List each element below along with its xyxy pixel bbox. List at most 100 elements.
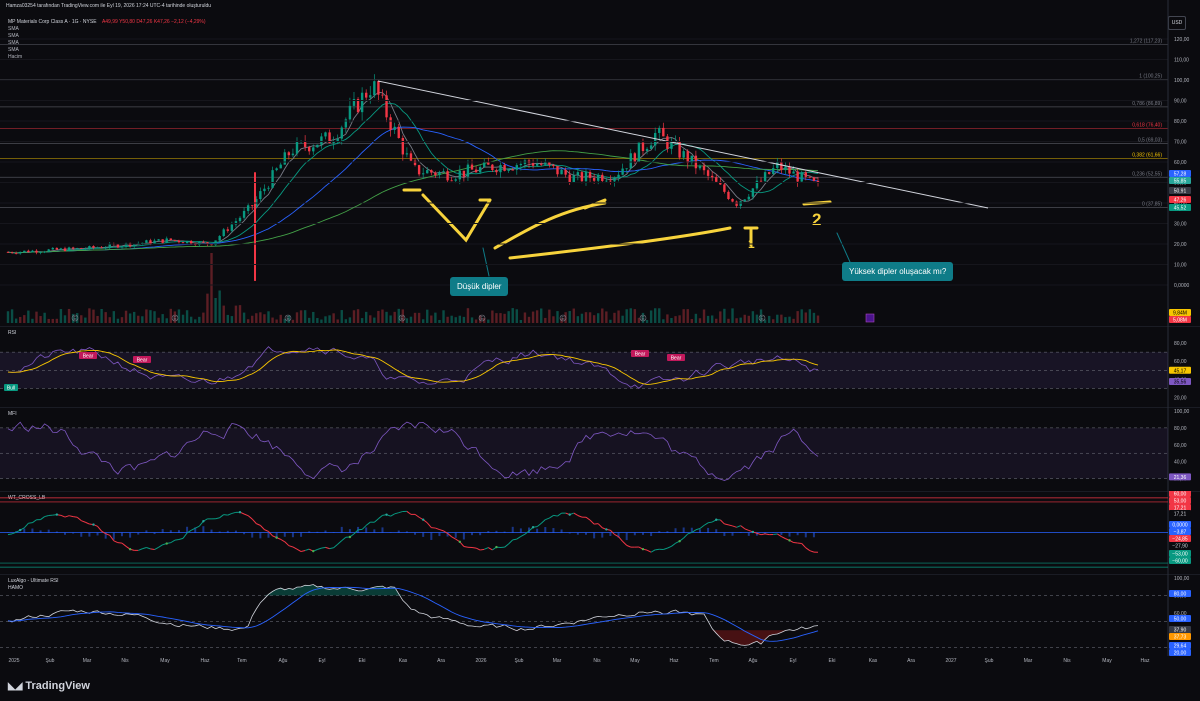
candle-body <box>613 177 616 182</box>
earnings-letter: E <box>760 316 764 322</box>
time-tick: 2025 <box>8 658 20 664</box>
wt-histogram <box>764 532 767 534</box>
volume-bar <box>788 316 791 323</box>
candle-body <box>27 250 30 253</box>
volume-bar <box>364 311 368 323</box>
wt-line-segment <box>545 517 550 521</box>
volume-bar <box>275 319 278 323</box>
volume-bar <box>352 310 356 323</box>
fib-level-label: 0,382 (61,66) <box>1132 153 1162 159</box>
volume-bar <box>328 315 331 323</box>
callout-higher-lows[interactable]: Yüksek dipler oluşacak mı? <box>842 262 954 281</box>
candle-body <box>763 172 767 182</box>
candle-body <box>393 126 396 130</box>
ursi-overbought-fill <box>8 584 818 596</box>
wt-line-segment <box>64 515 70 518</box>
volume-bar <box>80 315 83 323</box>
volume-bar <box>617 310 620 323</box>
volume-bar <box>181 314 185 323</box>
volume-bar <box>222 305 225 323</box>
ultimate-rsi-pane[interactable]: 100,0080,0060,0040,0020,0080,0050,0037,9… <box>0 574 1200 656</box>
time-tick: Nis <box>593 658 601 664</box>
candle-body <box>369 95 372 98</box>
candle-body <box>576 172 580 176</box>
mfi-pane[interactable]: 100,0080,0060,0040,0020,0021,36 <box>0 407 1200 491</box>
wt-line-segment <box>667 545 672 549</box>
rsi-tick: 60,00 <box>1174 359 1187 365</box>
tradingview-brand[interactable]: ◣◢ TradingView <box>8 680 90 692</box>
volume-bar <box>169 308 173 323</box>
candle-body <box>59 248 63 250</box>
volume-bar <box>580 313 584 323</box>
volume-bar <box>377 310 380 323</box>
candle-body <box>483 161 486 168</box>
wt-line-segment <box>113 540 119 544</box>
price-chart[interactable]: 1 2 120,00110,00100,0090,0080,0070,0060,… <box>0 0 1200 326</box>
candle-body <box>812 177 816 181</box>
candle-body <box>662 127 665 137</box>
candle-body <box>601 174 604 181</box>
wt-histogram <box>234 530 237 533</box>
candle-body <box>263 188 266 192</box>
time-tick: 2027 <box>945 658 957 664</box>
bear-label: Bear <box>635 352 646 358</box>
candle-body <box>271 170 274 188</box>
candle-body <box>666 136 669 149</box>
candle-body <box>540 163 543 165</box>
wt-line-segment <box>60 514 66 518</box>
wt-line-segment <box>597 523 603 529</box>
wt-histogram <box>593 532 596 539</box>
wt-histogram <box>658 531 661 533</box>
ursi-label-text: 50,00 <box>1174 617 1187 623</box>
candle-body <box>308 146 311 152</box>
wt-cross-pane[interactable]: 60,0053,0017,2117,210,0000−3,87−24,85−27… <box>0 491 1200 574</box>
candle-body <box>100 247 103 249</box>
candle-body <box>531 163 535 166</box>
volume-bar <box>495 313 498 323</box>
volume-bar <box>458 315 462 323</box>
time-tick: May <box>160 658 170 664</box>
rsi-pane[interactable]: 80,0060,0040,0020,0045,1735,56BearBearBe… <box>0 326 1200 407</box>
candle-body <box>702 165 706 171</box>
candle-body <box>149 240 152 244</box>
candle-body <box>421 173 425 175</box>
price-label-text: 57,28 <box>1174 172 1187 178</box>
volume-bar <box>149 310 152 323</box>
wt-histogram <box>120 532 123 537</box>
wt-histogram <box>682 527 685 533</box>
candle-body <box>120 246 124 248</box>
volume-bar <box>332 313 335 323</box>
volume-bar <box>381 309 384 323</box>
volume-bar <box>153 311 156 323</box>
wt-histogram <box>796 532 799 536</box>
callout-low-dips[interactable]: Düşük dipler <box>450 277 509 296</box>
candle-body <box>161 239 164 243</box>
volume-bar <box>251 315 254 323</box>
wt-cross-dot <box>605 528 608 531</box>
candle-body <box>55 247 59 250</box>
candle-body <box>605 180 608 182</box>
rsi-label-text: 35,56 <box>1174 380 1187 386</box>
candle-body <box>324 132 327 137</box>
volume-bar <box>710 315 714 323</box>
candle-body <box>47 249 50 252</box>
time-axis[interactable]: 2025 Şub Mar Nis May Haz Tem Ağu Eyl Eki Kas Ara 202… <box>0 656 1160 668</box>
brand-name: TradingView <box>25 680 90 692</box>
wt-histogram <box>405 531 408 533</box>
candle-body <box>698 165 702 169</box>
candle-body <box>88 246 91 249</box>
candle-body <box>519 163 523 166</box>
candle-body <box>442 171 445 172</box>
wt-line-segment <box>488 547 493 551</box>
volume-bar <box>576 316 580 323</box>
volume-bar <box>686 309 689 323</box>
volume-bar <box>625 309 628 323</box>
time-tick: Eki <box>828 658 836 664</box>
candle-body <box>6 252 10 253</box>
volume-bar <box>767 315 771 323</box>
volume-bar <box>141 316 144 323</box>
price-axis[interactable]: 120,00 110,00 100,00 90,00 80,00 70,00 60,00 50… <box>0 37 1190 289</box>
wt-cross-dot <box>421 518 425 521</box>
wt-line-segment <box>683 533 689 539</box>
candle-body <box>385 95 388 118</box>
